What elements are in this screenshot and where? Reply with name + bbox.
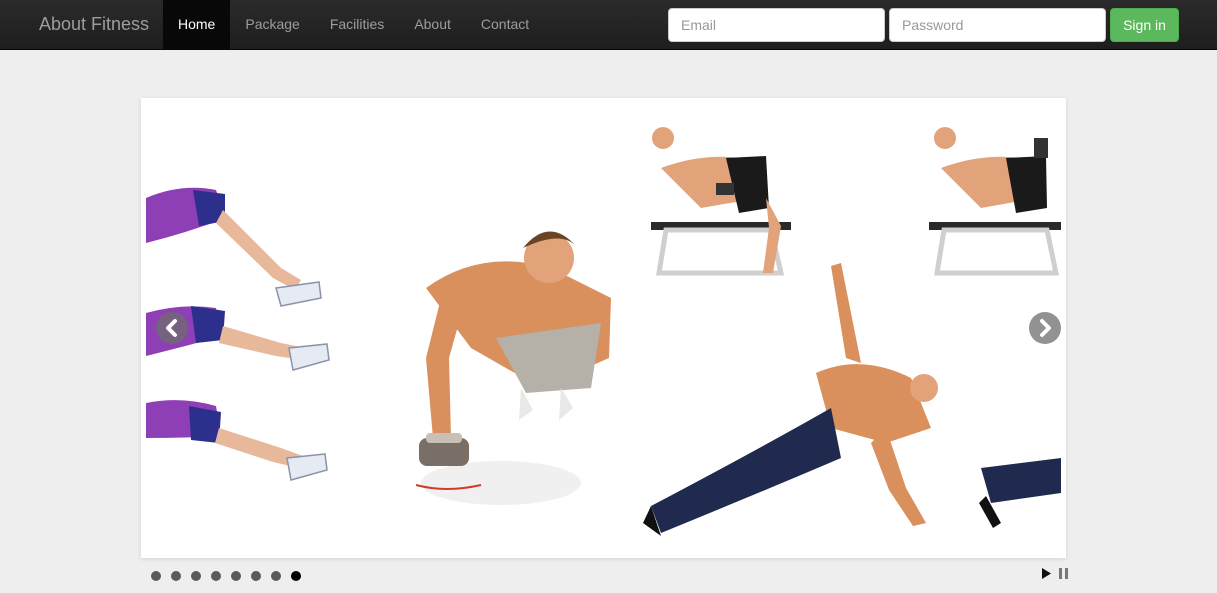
carousel-indicator-4[interactable] (211, 571, 221, 581)
pause-icon[interactable] (1057, 567, 1070, 580)
email-field[interactable] (668, 8, 885, 42)
carousel-indicator-6[interactable] (251, 571, 261, 581)
brand-link[interactable]: About Fitness (39, 13, 149, 35)
lunge-figure-1 (146, 187, 322, 307)
dumbbell-row-figure-2 (929, 127, 1061, 276)
nav-menu: Home Package Facilities About Contact (163, 0, 544, 50)
nav-facilities[interactable]: Facilities (315, 0, 399, 50)
pushup-figure (415, 231, 611, 505)
chevron-right-icon (1040, 319, 1051, 337)
side-plank-figure (643, 263, 1061, 536)
carousel-prev-button[interactable] (156, 312, 188, 344)
signin-form: Sign in (668, 8, 1179, 42)
carousel-indicator-1[interactable] (151, 571, 161, 581)
nav-home[interactable]: Home (163, 0, 231, 50)
carousel-indicator-7[interactable] (271, 571, 281, 581)
carousel-indicator-3[interactable] (191, 571, 201, 581)
play-icon[interactable] (1040, 567, 1053, 580)
navbar: About Fitness Home Package Facilities Ab… (0, 0, 1217, 50)
image-carousel (141, 98, 1066, 558)
carousel-next-button[interactable] (1029, 312, 1061, 344)
nav-contact[interactable]: Contact (466, 0, 544, 50)
lunge-figure-3 (146, 400, 328, 481)
dumbbell-row-figure-1 (651, 127, 791, 276)
nav-package[interactable]: Package (230, 0, 314, 50)
carousel-player-controls (1040, 567, 1070, 580)
carousel-indicator-8[interactable] (291, 571, 301, 581)
signin-button[interactable]: Sign in (1110, 8, 1179, 42)
nav-about[interactable]: About (399, 0, 466, 50)
carousel-indicator-5[interactable] (231, 571, 241, 581)
chevron-left-icon (166, 319, 177, 337)
carousel-indicators (151, 571, 301, 581)
slide-image (146, 127, 1061, 536)
password-field[interactable] (889, 8, 1106, 42)
carousel-indicator-2[interactable] (171, 571, 181, 581)
